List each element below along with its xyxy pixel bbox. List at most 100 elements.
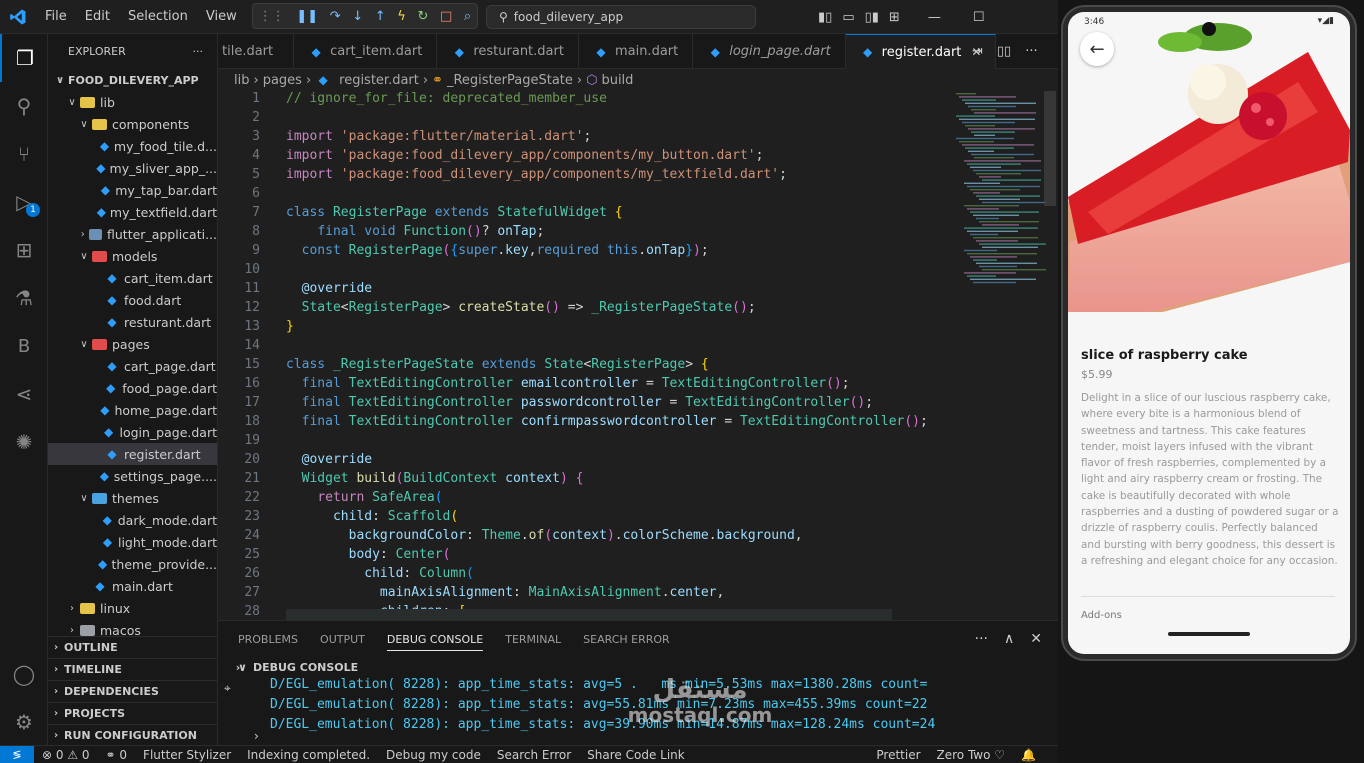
more-actions-icon[interactable]: ···	[193, 45, 204, 58]
tree-file[interactable]: ◆ cart_page.dart	[48, 355, 217, 377]
status-item[interactable]: Share Code Link	[579, 748, 693, 762]
hot-reload-icon[interactable]: ϟ	[397, 9, 406, 24]
more-actions-icon[interactable]: ···	[1025, 44, 1037, 59]
b-extension-icon[interactable]: B	[0, 322, 48, 370]
code-line[interactable]: 25 body: Center(	[218, 547, 948, 566]
extensions-icon[interactable]: ⊞	[0, 226, 48, 274]
code-line[interactable]: 10	[218, 262, 948, 281]
code-line[interactable]: 26 child: Column(	[218, 566, 948, 585]
tree-file[interactable]: ◆ theme_provide...	[48, 553, 217, 575]
code-line[interactable]: 5 import 'package:food_dilevery_app/compo…	[218, 167, 948, 186]
breadcrumb-pages[interactable]: pages	[263, 73, 302, 88]
restart-icon[interactable]: ↻	[417, 9, 428, 24]
code-line[interactable]: 20 @override	[218, 452, 948, 471]
command-center-search[interactable]: ⚲ food_dilevery_app	[486, 5, 756, 29]
testing-icon[interactable]: ⚗	[0, 274, 48, 322]
code-line[interactable]: 2	[218, 110, 948, 129]
flutter-icon[interactable]: ⋖	[0, 370, 48, 418]
code-line[interactable]: 1 // ignore_for_file: deprecated_member_u…	[218, 91, 948, 110]
tree-folder[interactable]: ∨ lib	[48, 91, 217, 113]
editor-tab[interactable]: ◆ login_page.dart	[693, 34, 846, 69]
source-control-icon[interactable]: ⑂	[0, 130, 48, 178]
code-line[interactable]: 19	[218, 433, 948, 452]
vscode-logo-icon[interactable]	[0, 0, 36, 34]
maximize-panel-icon[interactable]: ∧	[1004, 631, 1014, 647]
section-outline[interactable]: › OUTLINE	[48, 636, 217, 658]
code-line[interactable]: 18 final TextEditingController confirmpa…	[218, 414, 948, 433]
phone-screen[interactable]: 3:46 ▾◢▮ ← slice of raspberry cake $5.99…	[1068, 12, 1350, 654]
tree-file[interactable]: ◆ my_tap_bar.dart	[48, 179, 217, 201]
code-line[interactable]: 21 Widget build(BuildContext context) {	[218, 471, 948, 490]
code-line[interactable]: 6	[218, 186, 948, 205]
tree-folder[interactable]: › flutter_applicati...	[48, 223, 217, 245]
panel-tab-debug-console[interactable]: DEBUG CONSOLE	[386, 633, 484, 651]
editor-scrollbar[interactable]	[1044, 91, 1056, 206]
code-line[interactable]: 16 final TextEditingController emailcont…	[218, 376, 948, 395]
panel-more-icon[interactable]: ···	[975, 631, 988, 647]
menu-item-2[interactable]: Selection	[119, 9, 197, 24]
devtools-icon[interactable]: ⌕	[464, 9, 471, 24]
account-icon[interactable]: ◯	[0, 650, 48, 698]
toggle-sidebar-icon[interactable]: ▮▯	[818, 10, 832, 25]
code-line[interactable]: 14	[218, 338, 948, 357]
notifications-bell-icon[interactable]: 🔔	[1013, 748, 1044, 762]
status-item[interactable]: Search Error	[489, 748, 579, 762]
code-line[interactable]: 27 mainAxisAlignment: MainAxisAlignment.…	[218, 585, 948, 604]
tree-file[interactable]: ◆ cart_item.dart	[48, 267, 217, 289]
tree-folder[interactable]: ∨ models	[48, 245, 217, 267]
code-editor[interactable]: 1 // ignore_for_file: deprecated_member_u…	[218, 91, 1058, 620]
panel-tab-problems[interactable]: PROBLEMS	[238, 633, 298, 646]
code-line[interactable]: 15 class _RegisterPageState extends State…	[218, 357, 948, 376]
tree-folder[interactable]: ∨ pages	[48, 333, 217, 355]
section-run-configuration[interactable]: › RUN CONFIGURATION	[48, 724, 217, 745]
tree-file[interactable]: ◆ main.dart	[48, 575, 217, 597]
status-item-right[interactable]: Zero Two ♡	[929, 748, 1014, 762]
open-changes-icon[interactable]: ⇥	[972, 44, 983, 59]
editor-tab[interactable]: ◆ resturant.dart	[437, 34, 579, 69]
editor-tab[interactable]: tile.dart	[218, 34, 295, 69]
status-item[interactable]: Indexing completed.	[239, 748, 378, 762]
code-line[interactable]: 12 State<RegisterPage> createState() => …	[218, 300, 948, 319]
code-line[interactable]: 3 import 'package:flutter/material.dart';	[218, 129, 948, 148]
chatgpt-icon[interactable]: ✺	[0, 418, 48, 466]
toggle-panel-icon[interactable]: ▭	[842, 10, 854, 25]
search-view-icon[interactable]: ⚲	[0, 82, 48, 130]
code-line[interactable]: 23 child: Scaffold(	[218, 509, 948, 528]
tree-file[interactable]: ◆ resturant.dart	[48, 311, 217, 333]
breadcrumb-method[interactable]: build	[601, 73, 633, 88]
tree-folder[interactable]: › linux	[48, 597, 217, 619]
breadcrumb-class[interactable]: _RegisterPageState	[447, 73, 573, 88]
step-into-icon[interactable]: ↓	[352, 9, 363, 24]
tree-file[interactable]: ◆ food_page.dart	[48, 377, 217, 399]
tree-file[interactable]: ◆ my_textfield.dart	[48, 201, 217, 223]
menu-item-1[interactable]: Edit	[76, 9, 119, 24]
code-line[interactable]: 17 final TextEditingController passwordc…	[218, 395, 948, 414]
home-gesture-bar[interactable]	[1168, 632, 1250, 636]
code-line[interactable]: 13}	[218, 319, 948, 338]
status-item[interactable]: ⚭ 0	[98, 748, 136, 762]
back-arrow-icon[interactable]: ←	[1080, 32, 1114, 66]
step-over-icon[interactable]: ↷	[330, 9, 341, 24]
split-editor-icon[interactable]: ▯▯	[997, 44, 1011, 59]
close-panel-icon[interactable]: ✕	[1030, 631, 1042, 647]
manage-gear-icon[interactable]: ⚙	[0, 698, 48, 746]
minimize-button[interactable]: —	[928, 10, 941, 25]
editor-tab[interactable]: ◆ cart_item.dart	[294, 34, 438, 69]
tree-file[interactable]: ◆ home_page.dart	[48, 399, 217, 421]
remote-icon[interactable]: ≶	[0, 745, 34, 763]
customize-layout-icon[interactable]: ⊞	[889, 10, 900, 25]
step-out-icon[interactable]: ↑	[375, 9, 386, 24]
code-line[interactable]: 11 @override	[218, 281, 948, 300]
section-timeline[interactable]: › TIMELINE	[48, 658, 217, 680]
minimap[interactable]	[946, 91, 1046, 291]
drag-handle-icon[interactable]: ⋮⋮	[259, 9, 285, 24]
tree-folder[interactable]: ∨ components	[48, 113, 217, 135]
section-dependencies[interactable]: › DEPENDENCIES	[48, 680, 217, 702]
explorer-icon[interactable]: ❐	[0, 34, 48, 82]
code-line[interactable]: 7 class RegisterPage extends StatefulWidg…	[218, 205, 948, 224]
run-debug-icon[interactable]: ▷ 1	[0, 178, 48, 226]
project-root[interactable]: ∨ FOOD_DILEVERY_APP	[48, 69, 217, 91]
stop-icon[interactable]: □	[440, 9, 452, 24]
pause-icon[interactable]: ❚❚	[296, 9, 318, 24]
code-line[interactable]: 9 const RegisterPage({super.key,required…	[218, 243, 948, 262]
